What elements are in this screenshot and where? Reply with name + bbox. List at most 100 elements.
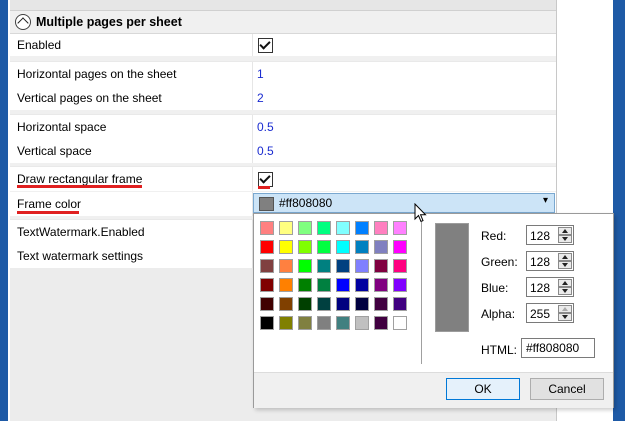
blue-spinner[interactable]: 128 (526, 277, 574, 297)
palette-color-cell[interactable] (393, 278, 407, 292)
palette-color-cell[interactable] (374, 297, 388, 311)
palette-color-cell[interactable] (298, 221, 312, 235)
increment-icon[interactable] (558, 227, 572, 235)
mouse-cursor-icon (414, 203, 427, 223)
palette-color-cell[interactable] (393, 240, 407, 254)
palette-color-cell[interactable] (279, 297, 293, 311)
palette-color-cell[interactable] (355, 221, 369, 235)
palette-color-cell[interactable] (279, 278, 293, 292)
property-label: Vertical space (17, 144, 92, 158)
property-label: Enabled (17, 38, 62, 52)
property-value[interactable]: 0.5 (257, 139, 274, 163)
palette-color-cell[interactable] (279, 259, 293, 273)
palette-color-cell[interactable] (317, 316, 331, 330)
alpha-spinner[interactable]: 255 (526, 303, 574, 323)
property-label: Text watermark settings (17, 249, 144, 263)
red-spinner[interactable]: 128 (526, 225, 574, 245)
palette-color-cell[interactable] (355, 259, 369, 273)
palette-color-cell[interactable] (317, 297, 331, 311)
section-title: Multiple pages per sheet (36, 15, 182, 29)
palette-color-cell[interactable] (317, 240, 331, 254)
increment-icon[interactable] (558, 253, 572, 261)
decrement-icon[interactable] (558, 261, 572, 269)
palette-color-cell[interactable] (279, 240, 293, 254)
palette-color-cell[interactable] (317, 278, 331, 292)
palette-color-cell[interactable] (298, 316, 312, 330)
draw-frame-checkbox[interactable] (258, 172, 273, 187)
alpha-label: Alpha: (481, 307, 516, 321)
chevron-down-icon[interactable]: ▾ (543, 195, 548, 206)
cancel-button[interactable]: Cancel (530, 378, 604, 400)
palette-color-cell[interactable] (279, 221, 293, 235)
color-swatch (259, 197, 274, 211)
palette-color-cell[interactable] (355, 278, 369, 292)
palette-color-cell[interactable] (374, 221, 388, 235)
palette-color-cell[interactable] (336, 278, 350, 292)
property-value[interactable]: 1 (257, 62, 264, 86)
palette-color-cell[interactable] (374, 240, 388, 254)
property-label: Horizontal pages on the sheet (17, 67, 177, 81)
palette-color-cell[interactable] (317, 259, 331, 273)
decrement-icon[interactable] (558, 287, 572, 295)
alpha-value: 255 (530, 307, 551, 321)
palette-color-cell[interactable] (374, 316, 388, 330)
underline-annotation (17, 211, 79, 214)
property-row-horizontal-pages[interactable]: Horizontal pages on the sheet 1 (10, 61, 556, 86)
palette-color-cell[interactable] (355, 240, 369, 254)
palette-color-cell[interactable] (393, 297, 407, 311)
green-label: Green: (481, 255, 518, 269)
palette-color-cell[interactable] (355, 316, 369, 330)
decrement-icon[interactable] (558, 235, 572, 243)
html-input[interactable]: #ff808080 (521, 338, 595, 358)
underline-annotation (17, 185, 142, 188)
palette-color-cell[interactable] (260, 316, 274, 330)
property-row-vertical-pages[interactable]: Vertical pages on the sheet 2 (10, 86, 556, 110)
palette-color-cell[interactable] (393, 259, 407, 273)
frame-color-value: #ff808080 (279, 196, 333, 210)
palette-color-cell[interactable] (374, 259, 388, 273)
property-label: Horizontal space (17, 120, 107, 134)
increment-icon[interactable] (558, 305, 572, 313)
increment-icon[interactable] (558, 279, 572, 287)
section-header[interactable]: Multiple pages per sheet (10, 11, 556, 34)
property-label: TextWatermark.Enabled (17, 225, 145, 239)
property-value[interactable]: 2 (257, 86, 264, 110)
palette-color-cell[interactable] (298, 297, 312, 311)
palette-color-cell[interactable] (260, 221, 274, 235)
color-preview (435, 223, 469, 332)
ok-button[interactable]: OK (446, 378, 520, 400)
palette-color-cell[interactable] (355, 297, 369, 311)
enabled-checkbox[interactable] (258, 38, 273, 53)
palette-color-cell[interactable] (260, 278, 274, 292)
palette-color-cell[interactable] (374, 278, 388, 292)
window-left-edge (8, 0, 9, 421)
decrement-icon[interactable] (558, 313, 572, 321)
property-row-horizontal-space[interactable]: Horizontal space 0.5 (10, 114, 556, 139)
palette-color-cell[interactable] (336, 240, 350, 254)
palette-color-cell[interactable] (260, 259, 274, 273)
collapse-icon[interactable] (15, 14, 31, 30)
palette-color-cell[interactable] (317, 221, 331, 235)
palette-color-cell[interactable] (336, 297, 350, 311)
palette-color-cell[interactable] (298, 259, 312, 273)
palette-color-cell[interactable] (336, 316, 350, 330)
underline-annotation (258, 186, 270, 189)
palette-color-cell[interactable] (336, 259, 350, 273)
palette-color-cell[interactable] (260, 297, 274, 311)
property-value[interactable]: 0.5 (257, 115, 274, 139)
palette-color-cell[interactable] (260, 240, 274, 254)
palette-color-cell[interactable] (298, 240, 312, 254)
palette-color-cell[interactable] (279, 316, 293, 330)
property-row-vertical-space[interactable]: Vertical space 0.5 (10, 139, 556, 163)
palette-color-cell[interactable] (393, 221, 407, 235)
palette-color-cell[interactable] (393, 316, 407, 330)
palette-color-cell[interactable] (298, 278, 312, 292)
property-row-enabled[interactable]: Enabled (10, 34, 556, 56)
divider (421, 222, 422, 364)
frame-color-dropdown[interactable]: #ff808080 ▾ (253, 193, 555, 213)
window-left-border (0, 0, 8, 421)
color-picker-popup: Red: 128 Green: 128 Blue: 128 Alpha: 255… (253, 213, 614, 408)
palette-color-cell[interactable] (336, 221, 350, 235)
green-spinner[interactable]: 128 (526, 251, 574, 271)
property-grid-top-row (10, 0, 556, 11)
